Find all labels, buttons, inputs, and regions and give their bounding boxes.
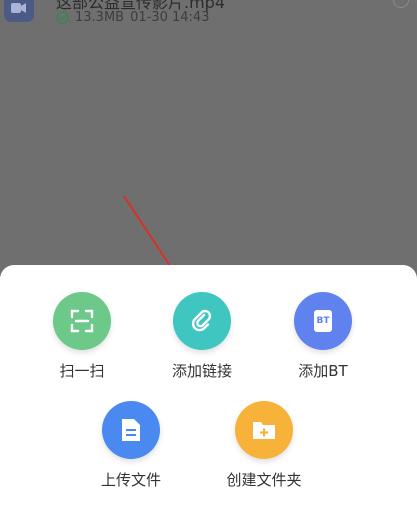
video-icon [4, 0, 34, 22]
bt-badge: BT [316, 316, 330, 326]
scan-icon [53, 292, 111, 350]
add-link-button[interactable]: 添加链接 [147, 292, 257, 381]
file-upload-icon [102, 401, 160, 459]
add-bt-button[interactable]: BT 添加BT [268, 292, 378, 381]
file-size: 13.3MB [75, 10, 125, 25]
select-radio[interactable] [393, 0, 409, 8]
create-folder-label: 创建文件夹 [226, 471, 302, 489]
check-circle-icon [56, 11, 69, 24]
folder-add-icon [235, 401, 293, 459]
file-list-item[interactable]: 这部公益宣传影片.mp4 13.3MB 01-30 14:43 [0, 0, 417, 40]
scan-button[interactable]: 扫一扫 [27, 292, 137, 381]
file-date: 01-30 14:43 [130, 10, 210, 25]
add-bt-label: 添加BT [298, 362, 348, 380]
create-folder-button[interactable]: 创建文件夹 [209, 401, 319, 490]
action-sheet: 扫一扫 添加链接 BT 添加BT 上传文件 创建文件夹 [0, 265, 417, 526]
link-icon [173, 292, 231, 350]
bt-icon: BT [294, 292, 352, 350]
add-link-label: 添加链接 [171, 362, 232, 380]
scan-label: 扫一扫 [59, 362, 105, 380]
file-meta: 13.3MB 01-30 14:43 [56, 10, 209, 25]
upload-file-label: 上传文件 [100, 471, 161, 489]
upload-file-button[interactable]: 上传文件 [76, 401, 186, 490]
